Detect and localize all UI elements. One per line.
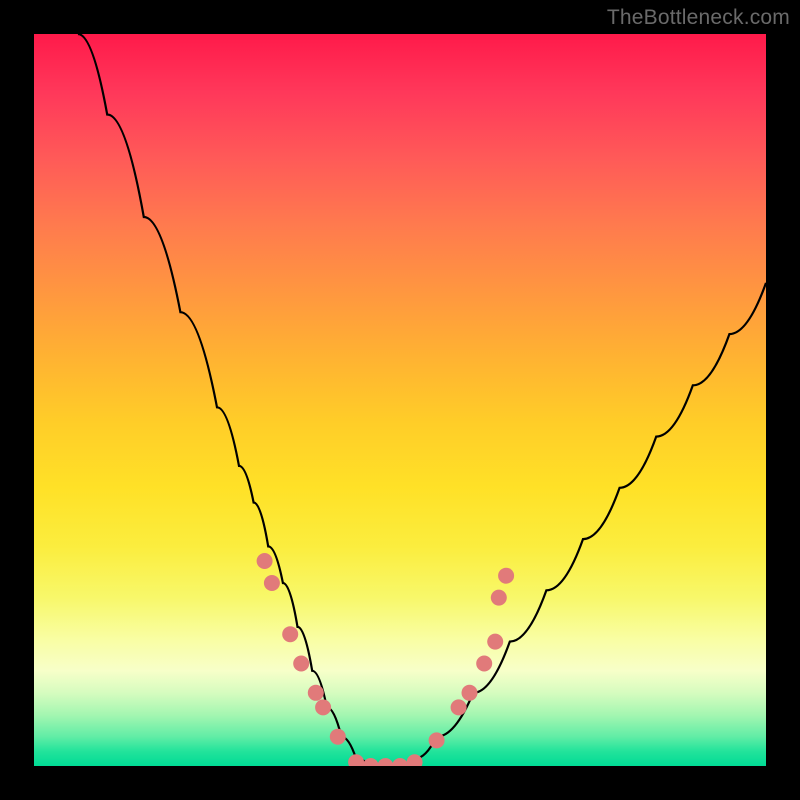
sample-dot (330, 729, 346, 745)
sample-dot (363, 758, 379, 766)
bottleneck-curve (78, 34, 766, 766)
sample-dot (348, 754, 364, 766)
sample-dot (491, 590, 507, 606)
plot-area (34, 34, 766, 766)
sample-dot (462, 685, 478, 701)
sample-dot (377, 758, 393, 766)
sample-dot (451, 699, 467, 715)
sample-dot (487, 634, 503, 650)
sample-dot (308, 685, 324, 701)
sample-dot (429, 732, 445, 748)
sample-dot (498, 568, 514, 584)
watermark-text: TheBottleneck.com (607, 6, 790, 30)
sample-dot (392, 758, 408, 766)
sample-dot (293, 656, 309, 672)
chart-svg (34, 34, 766, 766)
sample-dot (315, 699, 331, 715)
sample-dot (264, 575, 280, 591)
sample-dot (476, 656, 492, 672)
sample-points (257, 553, 514, 766)
sample-dot (282, 626, 298, 642)
sample-dot (257, 553, 273, 569)
chart-frame: TheBottleneck.com (0, 0, 800, 800)
